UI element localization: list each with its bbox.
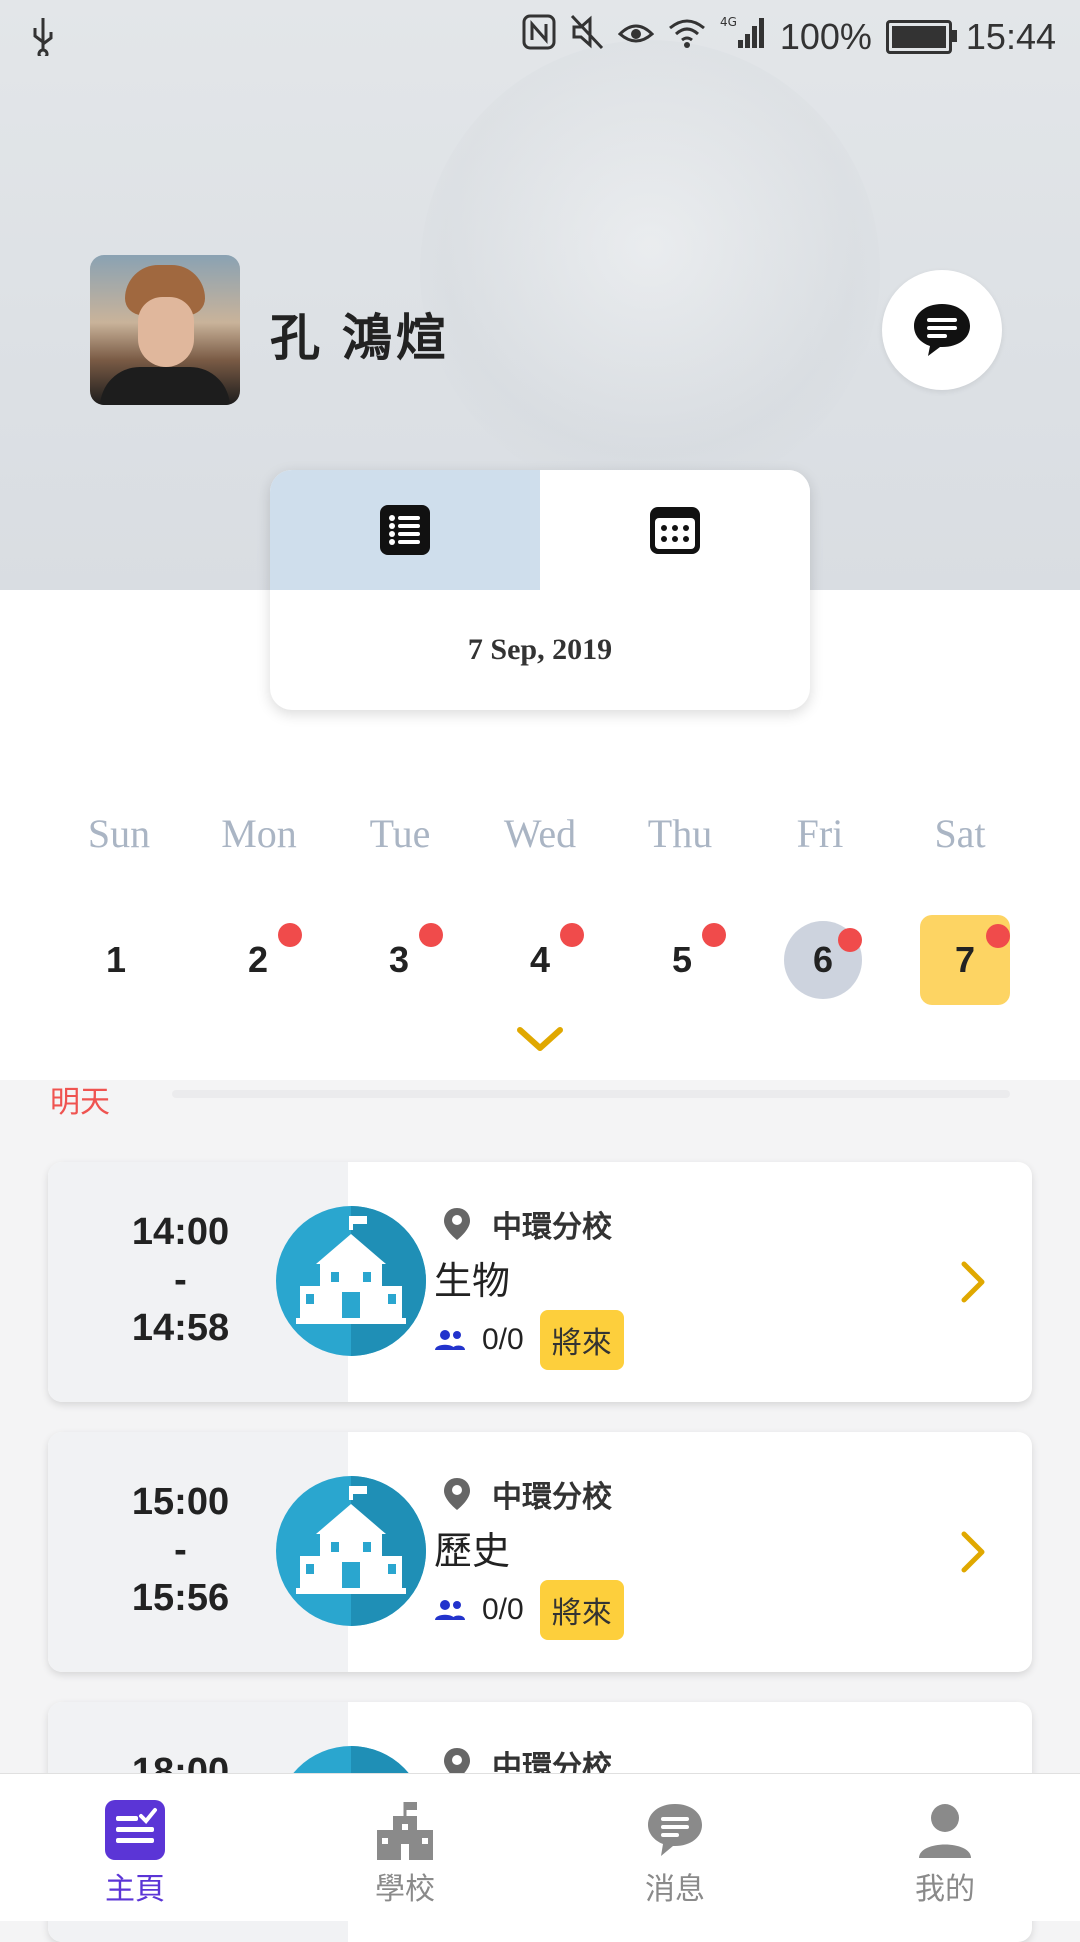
school-icon — [276, 1206, 426, 1356]
nav-messages[interactable]: 消息 — [540, 1774, 810, 1921]
day-number: 1 — [105, 939, 127, 980]
messages-button[interactable] — [882, 270, 1002, 390]
battery-icon — [885, 19, 957, 54]
lesson-location: 中環分校 — [442, 1202, 612, 1246]
nav-school-label: 學校 — [375, 1873, 435, 1906]
chat-bubble-icon — [648, 1804, 702, 1856]
mute-icon — [570, 14, 604, 59]
lesson-card[interactable]: 15:00 - 15:56 中環分校 歷史 0/0 將來 — [48, 1432, 1032, 1672]
lesson-detail-arrow[interactable] — [958, 1530, 988, 1579]
section-label-tomorrow: 明天 — [50, 1086, 110, 1119]
event-dot — [986, 924, 1010, 948]
bottom-navigation: 主頁 學校 消息 我的 — [0, 1773, 1080, 1921]
event-dot — [278, 923, 302, 947]
status-bar: 4G 100% 15:44 — [0, 0, 1080, 74]
tab-calendar-view[interactable] — [540, 470, 810, 590]
tab-list-view[interactable] — [270, 470, 540, 590]
clock: 15:44 — [965, 15, 1056, 57]
weekday-tue: Tue — [369, 811, 431, 856]
location-name: 中環分校 — [492, 1481, 612, 1514]
lesson-time: 14:00 - 14:58 — [68, 1208, 293, 1352]
event-dot — [702, 923, 726, 947]
time-separator: - — [174, 1259, 187, 1301]
weekday-wed: Wed — [503, 811, 577, 856]
weekday-sun: Sun — [87, 811, 151, 856]
usb-icon — [30, 16, 56, 65]
nav-messages-label: 消息 — [645, 1873, 705, 1906]
end-time: 14:58 — [131, 1307, 230, 1349]
lesson-detail-arrow[interactable] — [958, 1260, 988, 1309]
eye-comfort-icon — [617, 17, 655, 57]
weekday-thu: Thu — [647, 811, 713, 856]
event-dot — [419, 923, 443, 947]
day-number: 2 — [247, 939, 269, 980]
start-time: 14:00 — [131, 1211, 230, 1253]
nav-school[interactable]: 學校 — [270, 1774, 540, 1921]
status-badge: 將來 — [539, 1580, 624, 1640]
chevron-right-icon — [961, 1531, 985, 1573]
day-cell[interactable]: 1 — [71, 915, 161, 1005]
svg-text:4G: 4G — [720, 15, 737, 29]
user-icon — [919, 1804, 971, 1858]
lesson-meta: 0/0 將來 — [434, 1580, 624, 1640]
user-name: 孔 鴻煊 — [270, 310, 450, 366]
day-number: 6 — [812, 939, 834, 980]
day-number: 7 — [954, 939, 976, 980]
school-building-icon — [377, 1802, 433, 1860]
nav-profile-label: 我的 — [915, 1873, 975, 1906]
event-dot — [838, 928, 862, 952]
list-icon — [380, 505, 430, 555]
nav-home[interactable]: 主頁 — [0, 1774, 270, 1921]
nav-profile[interactable]: 我的 — [810, 1774, 1080, 1921]
day-number: 4 — [529, 939, 551, 980]
lesson-meta: 0/0 將來 — [434, 1310, 624, 1370]
chat-icon — [914, 304, 970, 356]
lesson-subject: 生物 — [434, 1261, 511, 1303]
chevron-right-icon — [961, 1261, 985, 1303]
start-time: 15:00 — [131, 1481, 230, 1523]
weekday-mon: Mon — [221, 811, 297, 856]
lesson-location: 中環分校 — [442, 1472, 612, 1516]
school-icon — [276, 1476, 426, 1626]
expand-calendar-button[interactable] — [516, 1024, 564, 1054]
selected-date: 7 Sep, 2019 — [467, 633, 613, 666]
attendance-count: 0/0 — [482, 1593, 524, 1626]
location-pin-icon — [444, 1478, 470, 1510]
calendar-icon — [650, 507, 700, 554]
day-number: 5 — [671, 939, 693, 980]
chevron-down-icon — [517, 1027, 563, 1051]
weekday-header: Sun Mon Tue Wed Thu Fri Sat — [0, 810, 1080, 860]
section-divider — [172, 1090, 1010, 1098]
nfc-icon — [522, 14, 556, 59]
nav-home-label: 主頁 — [105, 1873, 165, 1906]
lesson-time: 15:00 - 15:56 — [68, 1478, 293, 1622]
attendance-count: 0/0 — [482, 1323, 524, 1356]
time-separator: - — [174, 1529, 187, 1571]
avatar[interactable] — [90, 255, 240, 405]
day-number: 3 — [388, 939, 410, 980]
week-days-row: 1 2 3 4 5 6 7 — [0, 915, 1080, 1015]
cellular-signal-icon: 4G — [720, 14, 766, 59]
home-checklist-icon — [105, 1800, 165, 1860]
wifi-icon — [668, 16, 706, 57]
weekday-sat: Sat — [934, 811, 986, 856]
people-icon — [435, 1330, 465, 1350]
weekday-fri: Fri — [796, 811, 844, 856]
event-dot — [560, 923, 584, 947]
status-badge: 將來 — [539, 1310, 624, 1370]
battery-percent: 100% — [779, 15, 872, 57]
end-time: 15:56 — [131, 1577, 230, 1619]
location-name: 中環分校 — [492, 1211, 612, 1244]
lesson-subject: 歷史 — [434, 1531, 511, 1573]
lesson-card[interactable]: 14:00 - 14:58 中環分校 生物 0/0 將來 — [48, 1162, 1032, 1402]
view-switch-card: 7 Sep, 2019 — [270, 470, 810, 710]
people-icon — [435, 1600, 465, 1620]
location-pin-icon — [444, 1208, 470, 1240]
